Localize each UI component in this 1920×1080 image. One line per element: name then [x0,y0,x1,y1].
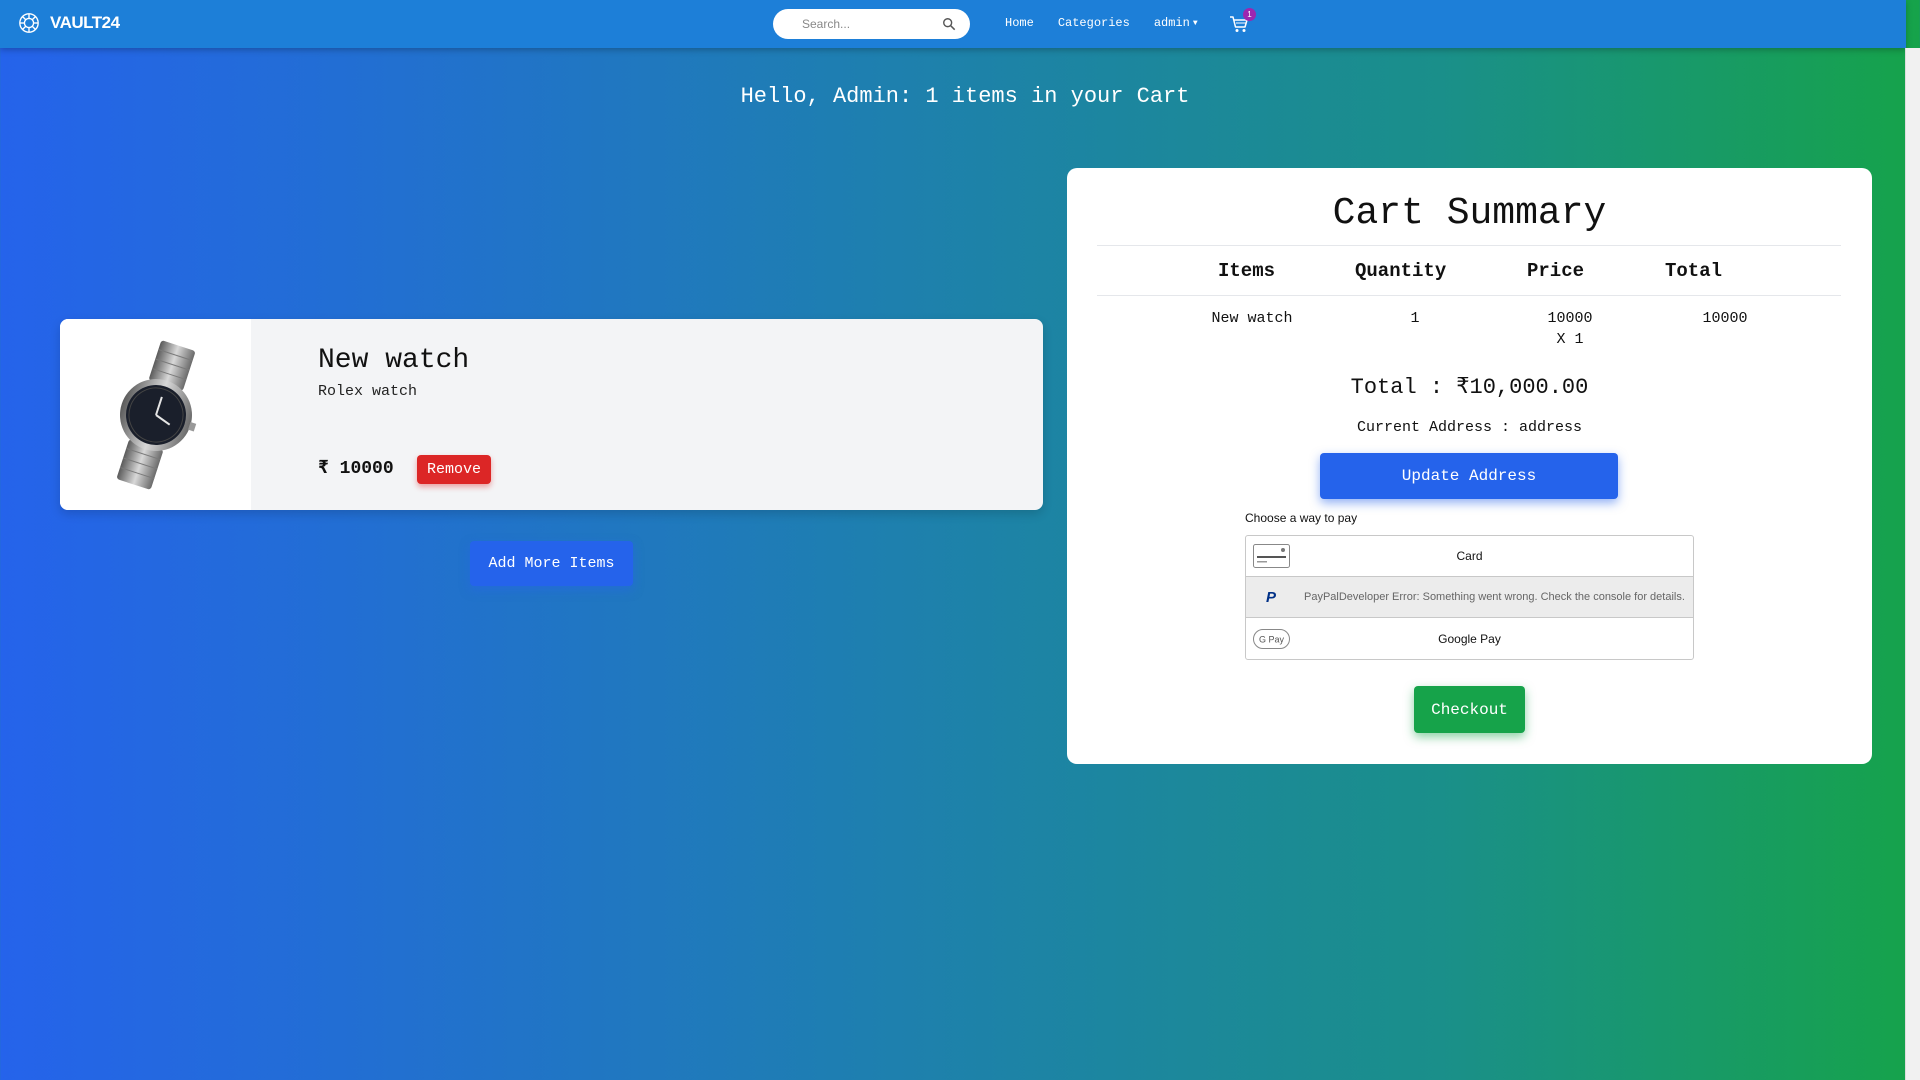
search-icon[interactable] [942,17,956,31]
nav-user-menu[interactable]: admin ▼ [1154,16,1198,30]
pay-option-card-label: Card [1456,549,1483,563]
product-price: ₹ 10000 [318,459,394,479]
row-price: 10000 X 1 [1530,308,1610,350]
search-input[interactable] [802,17,962,31]
row-price-multiplier: X 1 [1556,331,1584,348]
pay-option-card[interactable]: Card [1246,536,1693,577]
payment-label: Choose a way to pay [1245,511,1358,525]
cart-greeting: Hello, Admin: 1 items in your Cart [740,84,1190,109]
pay-option-paypal[interactable]: P PayPalDeveloper Error: Something went … [1246,577,1693,618]
grand-total: Total : ₹10,000.00 [1350,375,1589,400]
update-address-button[interactable]: Update Address [1320,453,1618,499]
row-price-value: 10000 [1547,310,1593,327]
cart-item-card: New watch Rolex watch ₹ 10000 Remove [60,319,1043,510]
nav-categories[interactable]: Categories [1058,16,1130,30]
header-items: Items [1218,260,1276,282]
divider [1097,245,1841,246]
product-description: Rolex watch [318,383,418,400]
add-more-items-button[interactable]: Add More Items [470,541,633,586]
brand[interactable]: VAULT24 [18,12,120,34]
product-image [60,319,251,510]
product-info: New watch Rolex watch ₹ 10000 Remove [251,319,1043,510]
search-bar [773,9,970,39]
row-quantity: 1 [1410,310,1420,327]
header-total: Total [1665,260,1723,282]
row-item: New watch [1211,310,1293,327]
watch-image [116,340,196,489]
nav-links: Home Categories admin ▼ [1005,16,1198,30]
product-name: New watch [318,345,470,376]
nav-home[interactable]: Home [1005,16,1034,30]
pay-option-paypal-label: PayPalDeveloper Error: Something went wr… [1304,591,1685,603]
logo-icon [19,13,39,33]
row-total: 10000 [1702,310,1748,327]
user-name: admin [1153,16,1190,30]
header-quantity: Quantity [1355,260,1447,282]
cart-summary-panel: Cart Summary Items Quantity Price Total … [1067,168,1872,764]
payment-options: Card P PayPalDeveloper Error: Something … [1245,535,1694,660]
brand-name: VAULT24 [50,13,120,32]
header-price: Price [1527,260,1585,282]
navbar: VAULT24 Home Categories admin▼ 1 [0,0,1906,48]
cart-summary-title: Cart Summary [1332,192,1607,235]
svg-text:P: P [1266,589,1277,606]
checkout-button[interactable]: Checkout [1414,686,1525,733]
pay-option-gpay[interactable]: G Pay Google Pay [1246,618,1693,659]
current-address: Current Address : address [1356,419,1583,436]
remove-button[interactable]: Remove [417,455,492,484]
chevron-down-icon: ▼ [1192,19,1198,28]
pay-option-gpay-label: Google Pay [1438,631,1501,646]
cart-count-badge: 1 [1243,8,1256,21]
paypal-icon: P [1266,589,1277,606]
divider [1097,295,1841,296]
